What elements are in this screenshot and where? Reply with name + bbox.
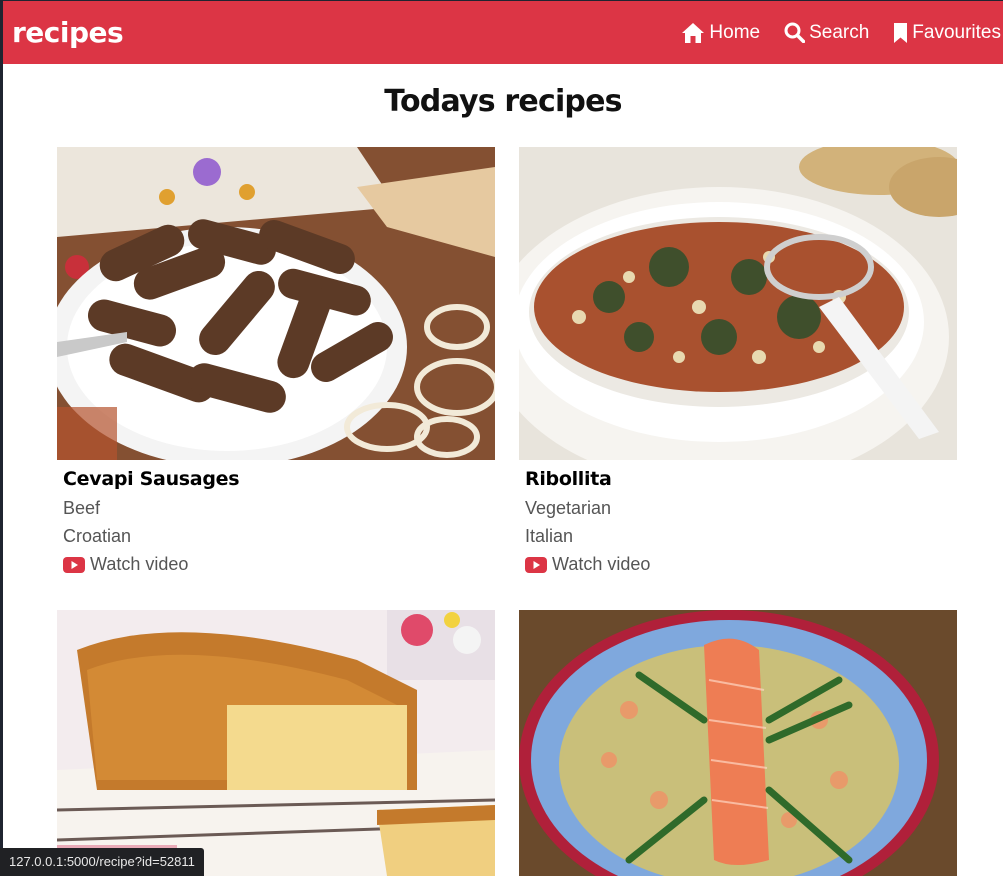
recipe-area: Italian (525, 526, 574, 546)
youtube-icon (525, 556, 547, 573)
recipe-image[interactable] (519, 147, 957, 460)
nav-favourites-link[interactable]: Favourites (893, 22, 1001, 44)
search-icon (784, 22, 806, 43)
recipe-category: Vegetarian (525, 498, 612, 518)
nav-links: Home Search Favourites (657, 1, 1003, 64)
nav-search-link[interactable]: Search (784, 22, 869, 44)
status-bar-url: 127.0.0.1:5000/recipe?id=52811 (0, 848, 204, 876)
recipe-card (519, 610, 957, 876)
watch-video-link[interactable]: Watch video (63, 554, 495, 575)
recipe-title[interactable]: Cevapi Sausages (63, 468, 495, 490)
window-edge-left (0, 0, 3, 876)
home-icon (682, 22, 705, 43)
bookmark-icon (894, 22, 908, 43)
watch-video-link[interactable]: Watch video (525, 554, 957, 575)
youtube-icon (63, 556, 85, 573)
recipe-card: Cevapi Sausages Beef Croatian Watch vide… (57, 147, 495, 575)
recipe-image[interactable] (57, 610, 495, 876)
recipe-area: Croatian (63, 526, 132, 546)
recipe-category: Beef (63, 498, 101, 518)
watch-video-label: Watch video (552, 554, 651, 574)
navbar: recipes Home Search Favourites (3, 1, 1003, 64)
nav-favourites-label: Favourites (912, 21, 1001, 43)
nav-home-link[interactable]: Home (681, 22, 760, 44)
brand-logo[interactable]: recipes (12, 16, 124, 49)
recipe-title[interactable]: Ribollita (525, 468, 957, 490)
recipe-card: Ribollita Vegetarian Italian Watch video (519, 147, 957, 575)
watch-video-label: Watch video (90, 554, 189, 574)
recipe-card (57, 610, 495, 876)
recipe-image[interactable] (57, 147, 495, 460)
recipe-image[interactable] (519, 610, 957, 876)
page-title: Todays recipes (384, 84, 622, 119)
nav-home-label: Home (709, 21, 761, 43)
nav-search-label: Search (809, 21, 870, 43)
